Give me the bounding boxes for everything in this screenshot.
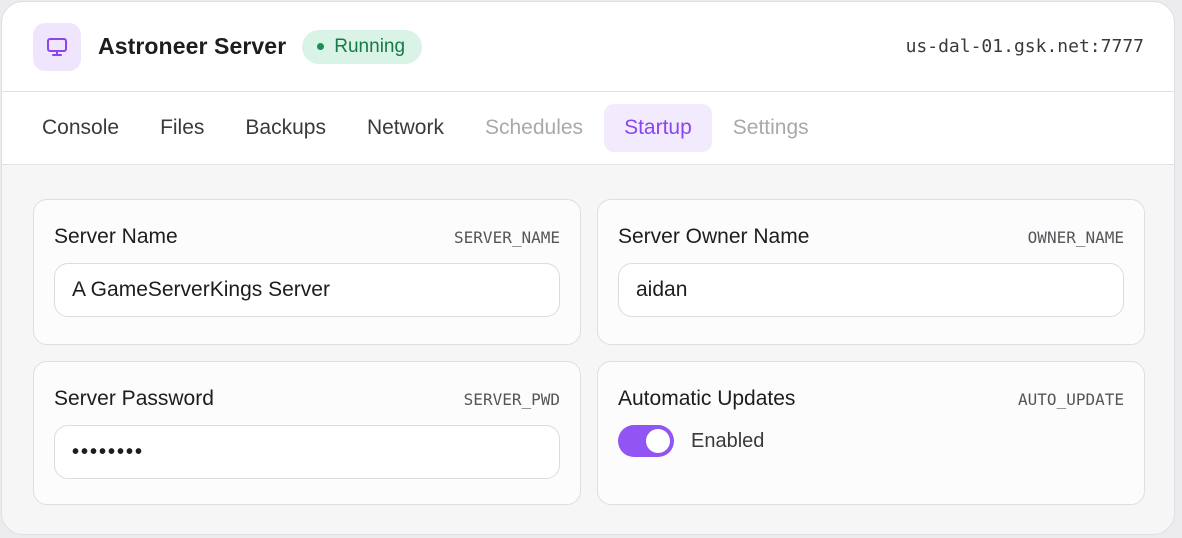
server-header: Astroneer Server Running us-dal-01.gsk.n… [2, 2, 1174, 92]
auto-update-toggle[interactable] [618, 425, 674, 457]
server-panel: Astroneer Server Running us-dal-01.gsk.n… [1, 1, 1175, 535]
auto-update-status: Enabled [691, 429, 765, 452]
tab-files[interactable]: Files [140, 104, 224, 152]
owner-name-input[interactable]: aidan [618, 263, 1124, 317]
tab-startup[interactable]: Startup [604, 104, 712, 152]
tab-bar: Console Files Backups Network Schedules … [2, 92, 1174, 165]
auto-update-card: Automatic Updates AUTO_UPDATE Enabled [597, 361, 1145, 505]
server-name-card: Server Name SERVER_NAME A GameServerKing… [33, 199, 581, 345]
tab-schedules[interactable]: Schedules [465, 104, 603, 152]
server-name-env: SERVER_NAME [454, 227, 560, 247]
server-password-label: Server Password [54, 387, 214, 410]
server-password-card: Server Password SERVER_PWD •••••••• [33, 361, 581, 505]
owner-name-env: OWNER_NAME [1027, 227, 1124, 247]
server-password-input[interactable]: •••••••• [54, 425, 560, 479]
server-password-env: SERVER_PWD [463, 389, 560, 409]
auto-update-label: Automatic Updates [618, 387, 796, 410]
monitor-icon [33, 22, 81, 71]
toggle-knob [646, 429, 670, 453]
server-title: Astroneer Server [98, 33, 287, 59]
server-name-label: Server Name [54, 225, 178, 248]
server-address: us-dal-01.gsk.net:7777 [905, 36, 1144, 57]
status-badge: Running [302, 29, 423, 64]
auto-update-env: AUTO_UPDATE [1018, 389, 1124, 409]
server-name-input[interactable]: A GameServerKings Server [54, 263, 560, 317]
tab-console[interactable]: Console [22, 104, 139, 152]
status-label: Running [334, 35, 406, 57]
tab-backups[interactable]: Backups [225, 104, 346, 152]
tab-settings[interactable]: Settings [713, 104, 829, 152]
tab-network[interactable]: Network [347, 104, 464, 152]
owner-name-label: Server Owner Name [618, 225, 810, 248]
owner-name-card: Server Owner Name OWNER_NAME aidan [597, 199, 1145, 345]
status-dot-icon [317, 43, 325, 50]
startup-variables: Server Name SERVER_NAME A GameServerKing… [2, 165, 1174, 534]
